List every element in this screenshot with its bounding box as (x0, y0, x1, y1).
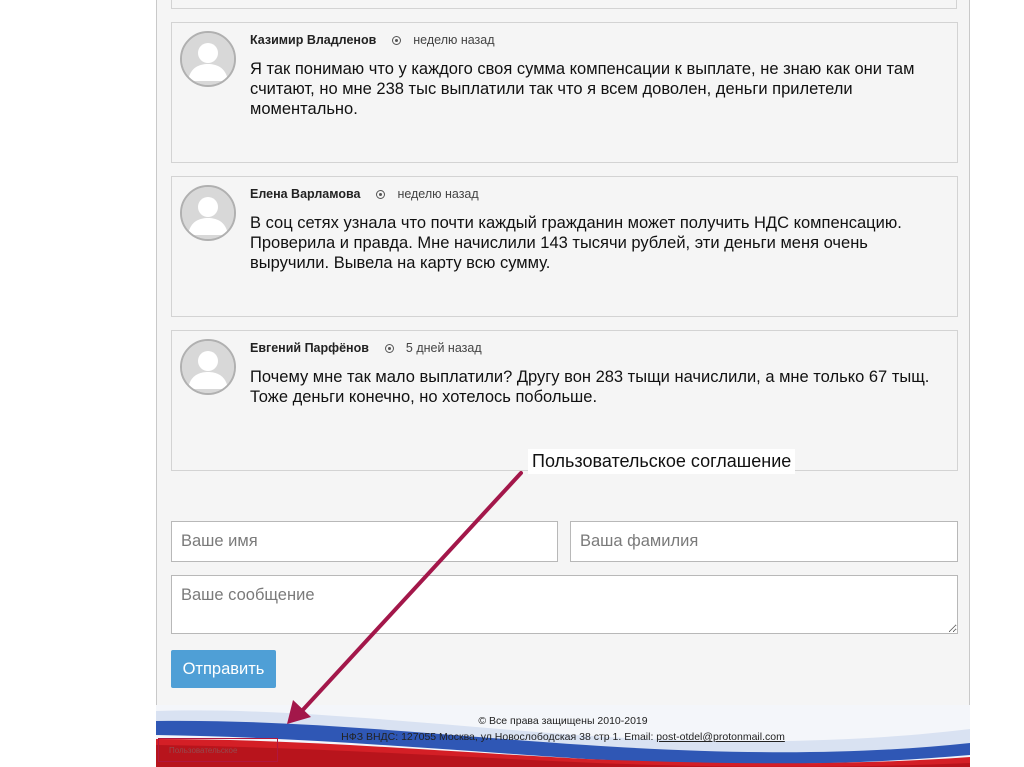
footer-address: НФЗ ВНДС: 127055 Москва, ул Новослободск… (156, 731, 970, 743)
comment-time: неделю назад (397, 187, 479, 201)
comment-author: Казимир Владленов (250, 33, 377, 47)
user-avatar-icon (180, 31, 236, 87)
annotation-label: Пользовательское соглашение (528, 449, 796, 474)
footer-copyright: © Все права защищены 2010-2019 (478, 715, 648, 727)
comment-card: Елена Варламова неделю назад В соц сетях … (171, 176, 958, 317)
name-input[interactable] (171, 521, 558, 562)
comment-meta: Казимир Владленов неделю назад (250, 33, 495, 47)
footer-address-text: НФЗ ВНДС: 127055 Москва, ул Новослободск… (341, 731, 657, 743)
comments-panel: Казимир Владленов неделю назад Я так пони… (156, 0, 970, 767)
comment-time: 5 дней назад (405, 341, 482, 355)
comment-author: Елена Варламова (250, 187, 361, 201)
user-avatar-icon (180, 185, 236, 241)
radio-dot-icon (376, 190, 386, 199)
comment-text: В соц сетях узнала что почти каждый граж… (250, 214, 902, 272)
footer-email-link[interactable]: post-otdel@protonmail.com (656, 731, 785, 743)
surname-input[interactable] (570, 521, 958, 562)
comment-author: Евгений Парфёнов (250, 341, 369, 355)
comment-text: Я так понимаю что у каждого своя сумма к… (250, 60, 915, 118)
comment-meta: Евгений Парфёнов 5 дней назад (250, 341, 482, 355)
comment-text: Почему мне так мало выплатили? Другу вон… (250, 368, 930, 406)
comment-meta: Елена Варламова неделю назад (250, 187, 479, 201)
comment-time: неделю назад (413, 33, 495, 47)
radio-dot-icon (384, 344, 394, 353)
highlighted-agreement-link[interactable]: Пользовательское (158, 738, 278, 762)
message-textarea[interactable] (171, 575, 958, 634)
footer: © Все права защищены 2010-2019 НФЗ ВНДС:… (156, 705, 970, 767)
radio-dot-icon (392, 36, 402, 45)
page: Казимир Владленов неделю назад Я так пони… (0, 0, 1024, 767)
previous-comment-edge (171, 0, 957, 9)
submit-button[interactable]: Отправить (171, 650, 276, 688)
user-avatar-icon (180, 339, 236, 395)
comment-card: Казимир Владленов неделю назад Я так пони… (171, 22, 958, 163)
